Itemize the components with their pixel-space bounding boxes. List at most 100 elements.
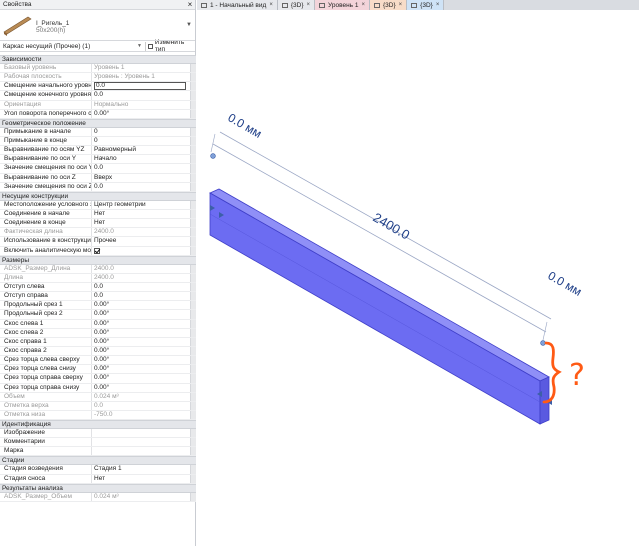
dimension-end-offset[interactable]: 0.0 мм (546, 268, 585, 298)
chevron-down-icon[interactable]: ▼ (137, 43, 145, 49)
property-value[interactable]: 0.0 (92, 91, 190, 99)
property-group-header[interactable]: Размеры (0, 255, 196, 265)
view-tab[interactable]: Уровень 1 × (315, 0, 370, 10)
edit-type-button[interactable]: Изменить тип (145, 39, 195, 53)
property-value[interactable]: 0.00° (92, 310, 190, 318)
scrollbar-track[interactable] (190, 365, 196, 374)
property-value[interactable] (92, 247, 190, 255)
property-value[interactable]: 0 (92, 137, 190, 145)
scrollbar-track[interactable] (190, 136, 196, 146)
property-value[interactable]: 0.0 (92, 164, 190, 172)
scrollbar-track[interactable] (190, 73, 196, 82)
property-row[interactable]: Использование в конструкции Прочее (0, 237, 196, 247)
scrollbar-track[interactable] (190, 282, 196, 292)
scrollbar-track[interactable] (190, 474, 196, 483)
close-icon[interactable]: × (307, 2, 311, 8)
property-row[interactable]: Продольный срез 2 0.00° (0, 310, 196, 320)
scrollbar-track[interactable] (190, 109, 196, 118)
property-row[interactable]: Включить аналитическую модель (0, 246, 196, 256)
scrollbar-track[interactable] (190, 209, 196, 219)
property-row[interactable]: Срез торца слева снизу 0.00° (0, 365, 196, 375)
close-icon[interactable]: × (185, 0, 195, 9)
property-row[interactable]: Срез торца справа сверху 0.00° (0, 374, 196, 384)
scrollbar-track[interactable] (190, 392, 196, 401)
property-value[interactable]: Нет (92, 219, 190, 227)
scrollbar-track[interactable] (190, 82, 196, 91)
property-row[interactable]: Угол поворота поперечного се... 0.00° (0, 109, 196, 119)
scrollbar-track[interactable] (190, 492, 196, 501)
property-value[interactable]: 0.00° (92, 347, 190, 355)
property-value[interactable]: 0.0 (92, 292, 190, 300)
property-value-input[interactable]: 0.0 (94, 82, 186, 91)
property-row[interactable]: Скос слева 2 0.00° (0, 328, 196, 338)
property-row[interactable]: Местоположение условного зна...Центр гео… (0, 200, 196, 210)
property-row[interactable]: Срез торца справа снизу 0.00° (0, 383, 196, 393)
property-row[interactable]: Примыкание в конце 0 (0, 136, 196, 147)
close-icon[interactable]: × (436, 2, 440, 8)
property-row[interactable]: Срез торца слева сверху 0.00° (0, 356, 196, 366)
scrollbar-track[interactable] (190, 356, 196, 365)
property-value[interactable] (92, 429, 190, 437)
scrollbar-track[interactable] (190, 301, 196, 310)
property-group-header[interactable]: Зависимости (0, 55, 196, 64)
scrollbar-track[interactable] (190, 273, 196, 282)
scrollbar-track[interactable] (190, 438, 196, 447)
property-value[interactable]: 0.00° (92, 329, 190, 337)
scrollbar-track[interactable] (190, 310, 196, 319)
property-row[interactable]: Комментарии (0, 438, 196, 448)
scrollbar-track[interactable] (190, 401, 196, 410)
property-value[interactable]: Центр геометрии (92, 201, 190, 209)
property-value[interactable]: Нет (92, 210, 190, 218)
scrollbar-track[interactable] (190, 429, 196, 438)
scrollbar-track[interactable] (190, 246, 196, 255)
scrollbar-track[interactable] (190, 64, 196, 73)
checkbox-checked-icon[interactable] (94, 247, 100, 254)
property-value[interactable]: Стадия 1 (92, 465, 190, 473)
property-row[interactable]: Изображение (0, 429, 196, 439)
view-tab[interactable]: 1 - Начальный вид × (197, 0, 278, 10)
property-value[interactable]: 0 (92, 128, 190, 136)
close-icon[interactable]: × (269, 2, 273, 8)
property-row[interactable]: Выравнивание по осям YZ Равномерный (0, 146, 196, 156)
scrollbar-track[interactable] (190, 173, 196, 182)
property-value[interactable]: 0.00° (92, 320, 190, 328)
property-value[interactable]: 0.00° (92, 110, 190, 118)
instance-filter[interactable]: Каркас несущий (Прочее) (1) (3, 43, 137, 50)
scrollbar-track[interactable] (190, 127, 196, 136)
property-value[interactable]: Начало (92, 155, 190, 163)
scrollbar-track[interactable] (190, 182, 196, 191)
scrollbar-track[interactable] (190, 155, 196, 164)
property-value[interactable]: 0.0 (92, 82, 190, 91)
view-tab[interactable]: {3D} × (370, 0, 408, 10)
dimension-start-offset[interactable]: 0.0 мм (226, 110, 265, 140)
property-value[interactable]: 0.00° (92, 384, 190, 392)
property-row[interactable]: Стадия сноса Нет (0, 474, 196, 484)
property-value[interactable]: 0.00° (92, 338, 190, 346)
property-row[interactable]: Смещение конечного уровня 0.0 (0, 91, 196, 101)
property-value[interactable]: 0.00° (92, 365, 190, 373)
scrollbar-track[interactable] (190, 91, 196, 100)
property-group-header[interactable]: Геометрическое положение (0, 118, 196, 128)
property-value[interactable]: 0.00° (92, 356, 190, 364)
view-tab[interactable]: {3D} × (407, 0, 445, 10)
scrollbar-track[interactable] (190, 383, 196, 392)
scrollbar-track[interactable] (190, 319, 196, 328)
scrollbar-track[interactable] (190, 146, 196, 155)
scrollbar-track[interactable] (190, 264, 196, 273)
property-row[interactable]: Соединение в конце Нет (0, 219, 196, 229)
property-value[interactable]: 0.00° (92, 374, 190, 382)
property-row[interactable]: Значение смещения по оси Y 0.0 (0, 164, 196, 174)
property-value[interactable] (92, 447, 190, 455)
scrollbar-track[interactable] (190, 374, 196, 383)
property-row[interactable]: Соединение в начале Нет (0, 209, 196, 220)
view-tab[interactable]: {3D} × (277, 0, 316, 10)
property-row[interactable]: Выравнивание по оси Y Начало (0, 155, 196, 165)
property-row[interactable]: Скос справа 1 0.00° (0, 337, 196, 347)
scrollbar-track[interactable] (190, 164, 196, 173)
property-value[interactable]: 0.00° (92, 301, 190, 309)
property-value[interactable]: Равномерный (92, 146, 190, 154)
scrollbar-track[interactable] (190, 219, 196, 228)
scrollbar-track[interactable] (190, 346, 196, 356)
close-icon[interactable]: × (399, 2, 403, 8)
scrollbar-track[interactable] (190, 328, 196, 337)
